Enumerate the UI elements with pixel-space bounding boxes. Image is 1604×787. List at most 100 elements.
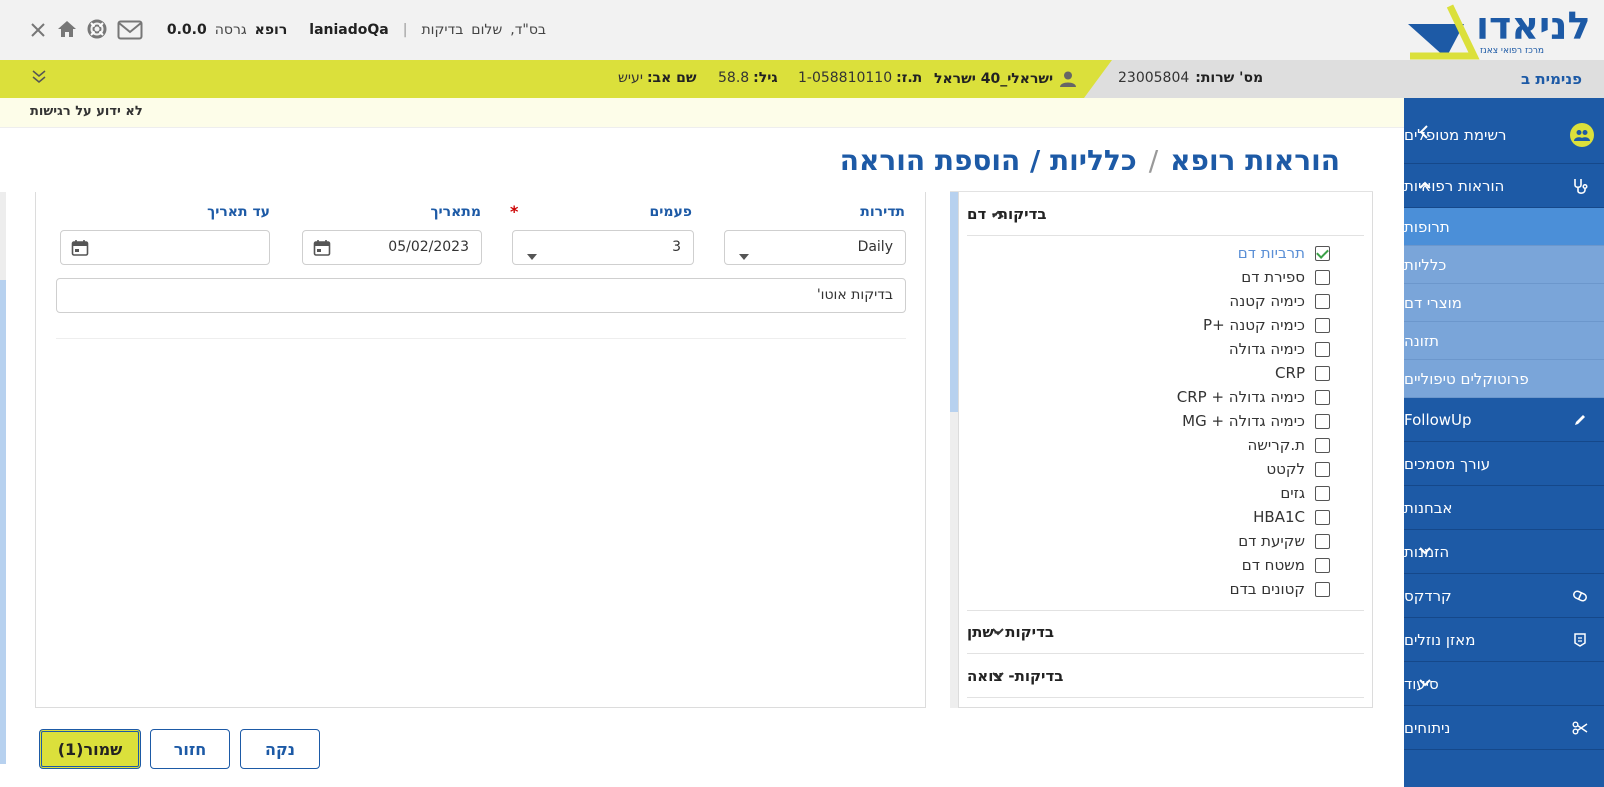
checkbox[interactable] <box>1315 581 1330 597</box>
order-form-panel: תדירות פעמים * מתאריך עד תאריך Daily 3 0… <box>35 192 926 708</box>
from-date-label: מתאריך <box>430 204 481 220</box>
checkbox-checked[interactable] <box>1315 245 1330 261</box>
calendar-icon[interactable] <box>313 239 331 261</box>
checkbox[interactable] <box>1315 269 1330 285</box>
checkbox-row[interactable]: HBA1C <box>1253 506 1330 528</box>
checkbox[interactable] <box>1315 413 1330 429</box>
form-scrollbar[interactable] <box>0 192 6 764</box>
user-role-text: בדיקות <box>421 22 464 38</box>
sidebar-item-label: כלליות <box>1404 255 1447 274</box>
breadcrumb-medical-orders[interactable]: הוראות רופא <box>1170 144 1340 177</box>
save-button[interactable]: שמור(1) <box>39 729 141 769</box>
sidebar-subitem-general[interactable]: כלליות <box>1404 246 1604 284</box>
checkbox-row[interactable]: כימיה גדולה + MG <box>1182 410 1330 432</box>
sidebar-item-orders[interactable]: הזמנות <box>1404 530 1604 574</box>
home-icon[interactable] <box>56 18 78 40</box>
checkbox-row[interactable]: כימיה קטנה +P <box>1203 314 1330 336</box>
sidebar-item-label: מוצרי דם <box>1404 293 1462 312</box>
allergy-text: לא ידוע על רגישות <box>30 104 143 119</box>
checkbox-row[interactable]: קטונים בדם <box>1230 578 1330 600</box>
checkbox-label: גזים <box>1280 484 1305 502</box>
checkbox-row[interactable]: לקטט <box>1266 458 1330 480</box>
chevron-up-icon <box>1418 178 1432 194</box>
checkbox-label: CRP <box>1275 364 1305 382</box>
lifebuoy-icon[interactable] <box>87 19 107 39</box>
sidebar-item-surgeries[interactable]: ניתוחים <box>1404 706 1604 750</box>
username: laniadoQa <box>309 22 389 38</box>
sidebar-subitem-protocols[interactable]: פרוטוקלים טיפוליים <box>1404 360 1604 398</box>
sidebar-item-fluid-balance[interactable]: מאזן נוזלים <box>1404 618 1604 662</box>
sidebar-subitem-blood-products[interactable]: מוצרי דם <box>1404 284 1604 322</box>
close-icon[interactable] <box>28 20 48 40</box>
sidebar-item-nursing[interactable]: סיעוד <box>1404 662 1604 706</box>
frequency-value: Daily <box>857 239 893 255</box>
logo-mark-icon <box>1408 4 1480 60</box>
checkbox[interactable] <box>1315 317 1330 333</box>
checkbox-row[interactable]: גזים <box>1280 482 1330 504</box>
chevron-down-icon <box>991 623 1005 641</box>
checkbox[interactable] <box>1315 461 1330 477</box>
checkbox-row[interactable]: CRP <box>1275 362 1330 384</box>
scissors-icon <box>1570 718 1590 738</box>
times-select[interactable]: 3 <box>512 230 694 265</box>
checkbox-row[interactable]: כימיה גדולה + CRP <box>1177 386 1330 408</box>
category-stool-header[interactable]: בדיקות- צואה <box>967 654 1364 698</box>
category-urine-header[interactable]: בדיקות -שתן <box>967 610 1364 654</box>
checkbox[interactable] <box>1315 341 1330 357</box>
checkbox-row[interactable]: תרביות דם <box>1238 242 1330 264</box>
categories-scrollbar[interactable] <box>950 192 958 708</box>
checkbox[interactable] <box>1315 293 1330 309</box>
chevron-down-icon <box>991 667 1005 685</box>
patient-name-value: ישראלי_40 ישראל <box>934 71 1054 87</box>
frequency-select[interactable]: Daily <box>724 230 906 265</box>
checkbox-row[interactable]: משטח דם <box>1242 554 1330 576</box>
categories-panel-top-border <box>950 191 1373 192</box>
breadcrumb-current: כלליות / הוספת הוראה <box>839 144 1137 177</box>
calendar-icon[interactable] <box>71 239 89 261</box>
sidebar-item-document-editor[interactable]: עורך מסמכים <box>1404 442 1604 486</box>
checkbox-label: HBA1C <box>1253 508 1305 526</box>
sidebar-item-kardex[interactable]: קרדקס <box>1404 574 1604 618</box>
checkbox-label: ספירת דם <box>1241 268 1305 286</box>
checkbox[interactable] <box>1315 389 1330 405</box>
checkbox-row[interactable]: כימיה גדולה <box>1229 338 1330 360</box>
back-button[interactable]: חזור <box>150 729 230 769</box>
department: פנימית ב <box>1521 70 1582 88</box>
order-note-input[interactable]: בדיקות אוטו' <box>56 278 906 313</box>
top-bar: בס"ד, שלום בדיקות | laniadoQa רופא גרסה … <box>0 0 1604 60</box>
from-date-input[interactable]: 05/02/2023 <box>302 230 482 265</box>
to-date-input[interactable] <box>60 230 270 265</box>
sidebar-item-patient-list[interactable]: רשימת מטופלים <box>1404 106 1604 164</box>
checkbox[interactable] <box>1315 533 1330 549</box>
checkbox[interactable] <box>1315 437 1330 453</box>
sidebar-subitem-nutrition[interactable]: תזונה <box>1404 322 1604 360</box>
sidebar-item-more[interactable] <box>1404 750 1604 787</box>
sidebar-item-medical-orders[interactable]: הוראות רפואיות <box>1404 164 1604 208</box>
checkbox[interactable] <box>1315 365 1330 381</box>
category-blood-header[interactable]: בדיקות- דם <box>967 192 1364 236</box>
father-value: יעיש <box>618 70 643 86</box>
checkbox[interactable] <box>1315 485 1330 501</box>
checkbox[interactable] <box>1315 509 1330 525</box>
checkbox-row[interactable]: שקיעת דם <box>1238 530 1330 552</box>
checkbox-row[interactable]: ספירת דם <box>1241 266 1330 288</box>
sidebar-item-diagnoses[interactable]: אבחנות <box>1404 486 1604 530</box>
logo-text: לניאדו <box>1476 4 1591 48</box>
checkbox-row[interactable]: ת.קרישה <box>1247 434 1330 456</box>
categories-panel: בדיקות- דם תרביות דם ספירת דם כימיה קטנה… <box>958 192 1373 708</box>
father-label: שם אב: <box>646 70 697 86</box>
sidebar-item-label: קרדקס <box>1404 586 1452 605</box>
sidebar-subitem-medications[interactable]: תרופות <box>1404 208 1604 246</box>
mail-icon[interactable] <box>117 20 143 40</box>
expand-double-chevron-icon[interactable] <box>31 68 47 84</box>
sidebar-item-label: ניתוחים <box>1404 718 1451 737</box>
checkbox-label: שקיעת דם <box>1238 532 1305 550</box>
clear-button[interactable]: נקה <box>240 729 320 769</box>
version-label: גרסה <box>214 22 247 38</box>
sidebar-item-label: מאזן נוזלים <box>1404 630 1476 649</box>
chevron-up-icon <box>991 205 1005 223</box>
checkbox-row[interactable]: כימיה קטנה <box>1229 290 1330 312</box>
category-stool-title: בדיקות- צואה <box>967 666 1064 685</box>
sidebar-item-followup[interactable]: FollowUp <box>1404 398 1604 442</box>
checkbox[interactable] <box>1315 557 1330 573</box>
